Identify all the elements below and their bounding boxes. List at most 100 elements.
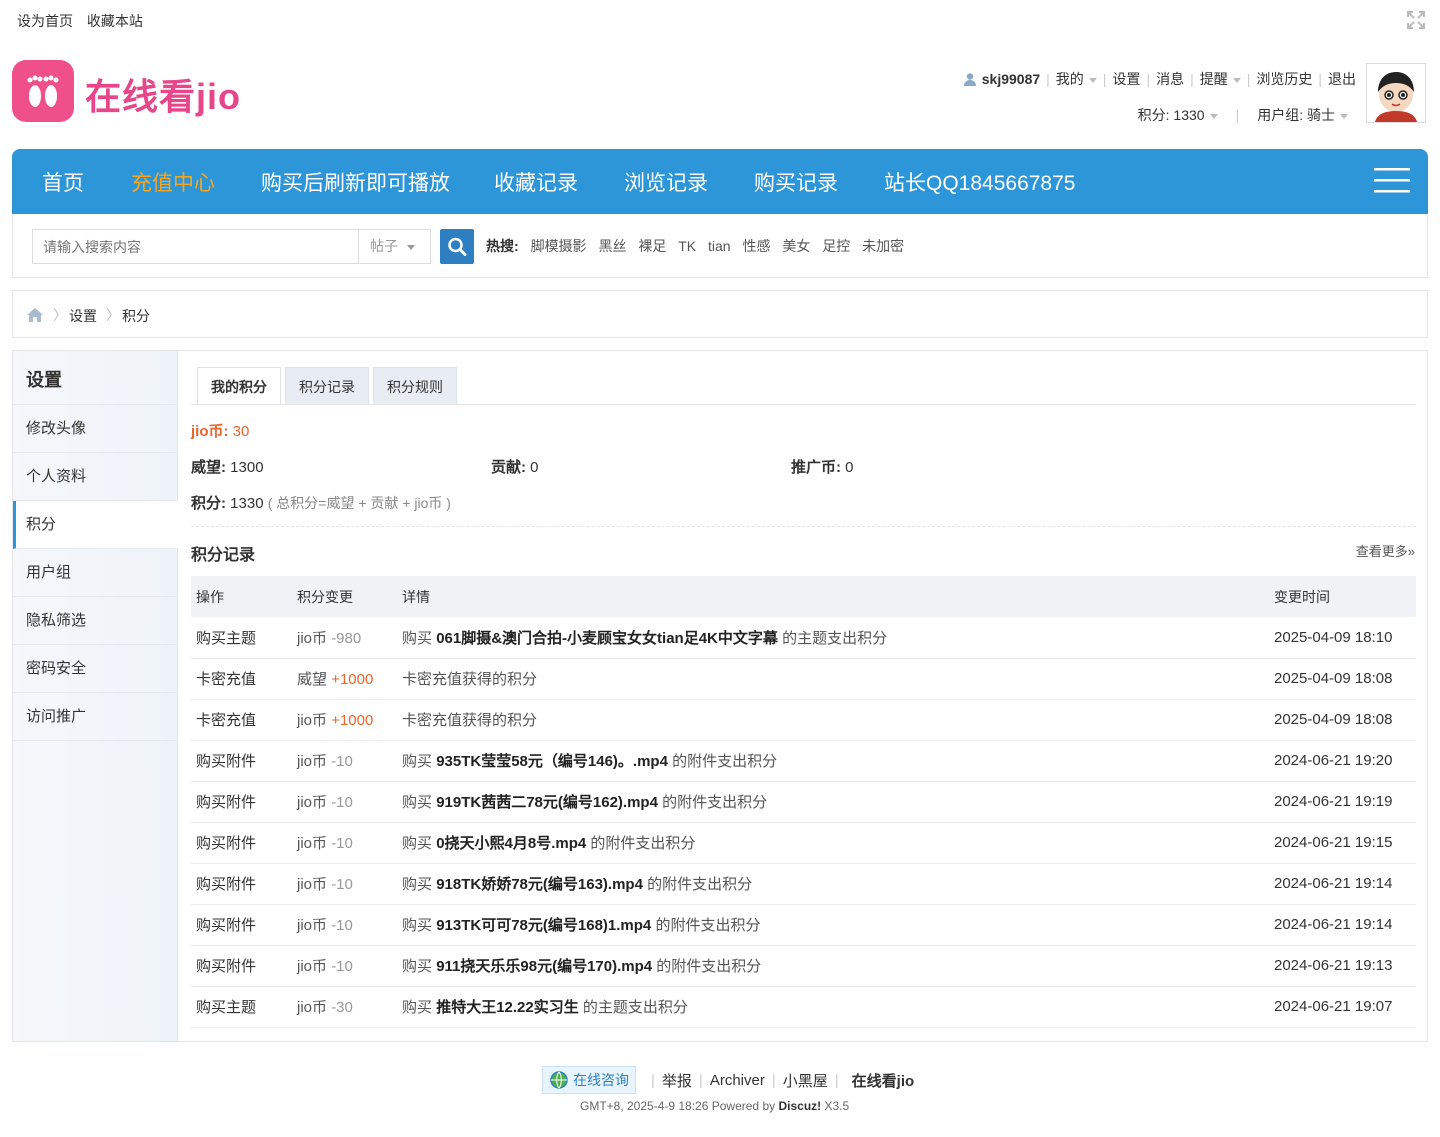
footer-report-link[interactable]: 举报 xyxy=(662,1070,692,1091)
detail-prefix: 购买 xyxy=(402,753,433,770)
nav-home[interactable]: 首页 xyxy=(42,167,84,197)
detail-prefix: 购买 xyxy=(402,794,433,811)
search-input[interactable] xyxy=(32,229,359,264)
online-consult-button[interactable]: 在线咨询 xyxy=(542,1066,636,1094)
operation-cell: 卡密充值 xyxy=(191,658,297,700)
separator: | xyxy=(1235,107,1240,123)
credits-formula: ( 总积分=威望 + 贡献 + jio币 ) xyxy=(267,495,451,511)
prestige-label: 威望: xyxy=(191,459,226,476)
detail-cell: 购买 935TK莹莹58元（编号146)。.mp4 的附件支出积分 xyxy=(402,740,1274,782)
user-icon xyxy=(963,73,976,86)
footer-archiver-link[interactable]: Archiver xyxy=(710,1072,765,1089)
total-credits-label: 积分: xyxy=(191,495,226,512)
footer-blacklist-link[interactable]: 小黑屋 xyxy=(783,1070,828,1091)
search-button[interactable] xyxy=(440,229,474,264)
hot-term[interactable]: 性感 xyxy=(742,238,770,254)
detail-suffix: 的附件支出积分 xyxy=(672,753,778,770)
column-header: 详情 xyxy=(402,576,1274,617)
time-cell: 2025-04-09 18:08 xyxy=(1274,658,1416,700)
hot-term[interactable]: 足控 xyxy=(822,238,850,254)
sidebar-item-credits[interactable]: 积分 xyxy=(13,501,179,549)
search-scope-select[interactable]: 帖子 xyxy=(358,229,431,264)
detail-suffix: 的主题支出积分 xyxy=(782,629,888,647)
operation-cell: 购买附件 xyxy=(191,945,297,987)
hamburger-menu-icon[interactable] xyxy=(1374,165,1410,195)
nav-browse-history[interactable]: 浏览记录 xyxy=(624,167,708,197)
chevron-down-icon xyxy=(407,244,415,250)
nav-purchase-history[interactable]: 购买记录 xyxy=(754,167,838,197)
points-menu[interactable]: 积分: 1330 xyxy=(1138,105,1218,125)
detail-item-link[interactable]: 061脚摄&澳门合拍-小麦顾宝女女tian足4K中文字幕 xyxy=(436,630,778,647)
hot-term[interactable]: TK xyxy=(678,238,696,254)
hot-term[interactable]: 黑丝 xyxy=(598,238,626,254)
contribution-stat: 贡献: 0 xyxy=(491,456,539,477)
hot-term[interactable]: 裸足 xyxy=(638,238,666,254)
detail-item-link[interactable]: 935TK莹莹58元（编号146)。.mp4 xyxy=(436,753,668,770)
logo-text[interactable]: 在线看jio xyxy=(85,68,241,120)
settings-link[interactable]: 设置 xyxy=(1112,69,1140,89)
set-home-link[interactable]: 设为首页 xyxy=(17,13,73,29)
total-credits: 积分: 1330 ( 总积分=威望 + 贡献 + jio币 ) xyxy=(191,492,451,513)
sidebar-item-privacy[interactable]: 隐私筛选 xyxy=(13,597,178,645)
sidebar-item-avatar[interactable]: 修改头像 xyxy=(13,405,178,453)
logout-link[interactable]: 退出 xyxy=(1328,69,1356,89)
nav-recharge[interactable]: 充值中心 xyxy=(131,167,215,197)
sidebar-item-password[interactable]: 密码安全 xyxy=(13,645,178,693)
footer-timestamp: GMT+8, 2025-4-9 18:26 Powered by xyxy=(580,1099,776,1113)
bookmark-link[interactable]: 收藏本站 xyxy=(87,13,143,29)
breadcrumb-arrow: 〉 xyxy=(106,307,120,323)
sidebar-item-promotion[interactable]: 访问推广 xyxy=(13,693,178,741)
table-row: 购买附件 jio币 -10 购买 911挠天乐乐98元(编号170).mp4 的附件… xyxy=(191,945,1416,987)
separator: | xyxy=(1318,71,1322,87)
hot-term[interactable]: 美女 xyxy=(782,238,810,254)
table-row: 购买附件 jio币 -10 购买 918TK娇娇78元(编号163).mp4 的附件… xyxy=(191,863,1416,905)
detail-suffix: 的附件支出积分 xyxy=(662,794,768,811)
top-links: 设为首页 收藏本站 xyxy=(17,11,153,31)
change-cell: jio币 +1000 xyxy=(297,699,402,741)
detail-item-link[interactable]: 0挠天小熙4月8号.mp4 xyxy=(436,835,586,852)
operation-cell: 购买主题 xyxy=(191,986,297,1028)
detail-prefix: 购买 xyxy=(402,958,433,975)
separator: | xyxy=(1102,71,1107,87)
usergroup-menu[interactable]: 用户组: 骑士 xyxy=(1257,105,1348,125)
operation-cell: 购买附件 xyxy=(191,904,297,946)
tab-my-credits[interactable]: 我的积分 xyxy=(197,367,281,405)
sidebar-item-usergroup[interactable]: 用户组 xyxy=(13,549,178,597)
table-row: 卡密充值 威望 +1000 卡密充值获得的积分 2025-04-09 18:08 xyxy=(191,658,1416,700)
hot-term[interactable]: 脚模摄影 xyxy=(531,238,587,254)
nav-refresh-play[interactable]: 购买后刷新即可播放 xyxy=(261,167,450,197)
hot-term[interactable]: tian xyxy=(708,238,731,254)
detail-cell: 购买 919TK茜茜二78元(编号162).mp4 的附件支出积分 xyxy=(402,781,1274,823)
footer-discuz-link[interactable]: Discuz! xyxy=(778,1099,821,1113)
history-link[interactable]: 浏览历史 xyxy=(1256,69,1312,89)
reminders-menu[interactable]: 提醒 xyxy=(1200,69,1241,89)
sidebar-item-profile[interactable]: 个人资料 xyxy=(13,453,178,501)
detail-item-link[interactable]: 911挠天乐乐98元(编号170).mp4 xyxy=(436,958,652,975)
detail-item-link[interactable]: 推特大王12.22实习生 xyxy=(436,999,579,1016)
detail-item-link[interactable]: 918TK娇娇78元(编号163).mp4 xyxy=(436,876,643,893)
change-cell: jio币 -10 xyxy=(297,781,402,823)
detail-item-link[interactable]: 919TK茜茜二78元(编号162).mp4 xyxy=(436,794,658,811)
hot-term[interactable]: 未加密 xyxy=(862,238,904,254)
credit-amount: -10 xyxy=(331,876,353,893)
tab-credit-log[interactable]: 积分记录 xyxy=(285,367,369,405)
nav-favorites[interactable]: 收藏记录 xyxy=(494,167,578,197)
change-cell: jio币 -30 xyxy=(297,986,402,1028)
breadcrumb-settings[interactable]: 设置 xyxy=(69,306,97,326)
change-cell: jio币 -10 xyxy=(297,740,402,782)
detail-prefix: 购买 xyxy=(402,835,433,852)
fullscreen-icon[interactable] xyxy=(1406,10,1426,30)
username-link[interactable]: skj99087 xyxy=(982,71,1040,87)
messages-link[interactable]: 消息 xyxy=(1156,69,1184,89)
nav-admin-qq[interactable]: 站长QQ1845667875 xyxy=(884,167,1075,197)
avatar[interactable] xyxy=(1366,63,1426,123)
footer-brand-link[interactable]: 在线看jio xyxy=(852,1070,915,1091)
detail-item-link[interactable]: 913TK可可78元(编号168)1.mp4 xyxy=(436,917,651,934)
home-icon[interactable] xyxy=(27,308,43,322)
detail-cell: 卡密充值获得的积分 xyxy=(402,658,1274,700)
view-more-link[interactable]: 查看更多» xyxy=(1356,541,1415,560)
tab-credit-rules[interactable]: 积分规则 xyxy=(373,367,457,405)
site-logo[interactable] xyxy=(12,60,74,122)
my-menu[interactable]: 我的 xyxy=(1056,69,1097,89)
credit-amount: -10 xyxy=(331,917,353,934)
